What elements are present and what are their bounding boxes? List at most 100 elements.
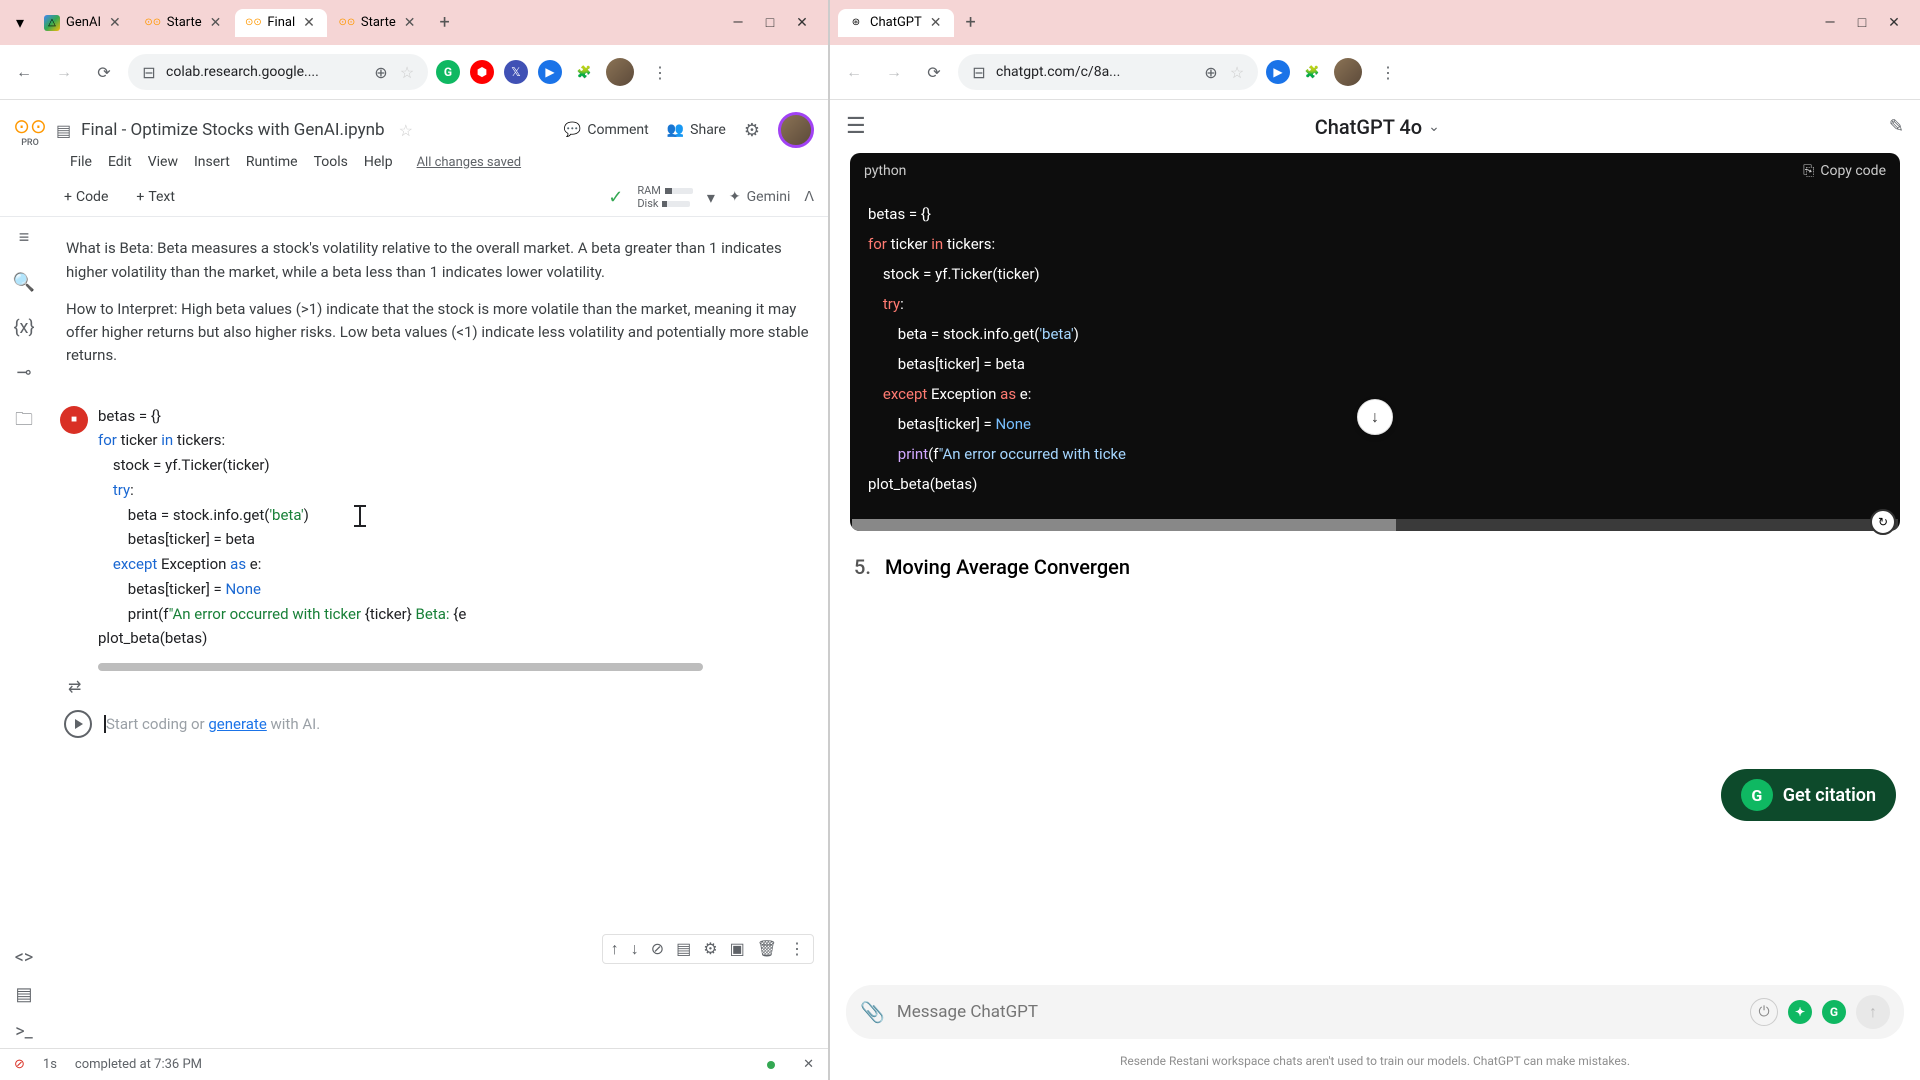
close-icon[interactable]: ✕ <box>208 15 224 31</box>
user-avatar[interactable] <box>778 112 814 148</box>
dropdown-icon[interactable]: ▾ <box>707 188 715 207</box>
notebook-title[interactable]: Final - Optimize Stocks with GenAI.ipynb <box>81 120 384 140</box>
extensions-icon[interactable]: 🧩 <box>572 60 596 84</box>
copy-code-button[interactable]: ⎘ Copy code <box>1803 163 1886 179</box>
settings-icon[interactable]: ⚙ <box>703 939 717 959</box>
reload-button[interactable]: ⟳ <box>918 56 950 88</box>
gear-icon[interactable]: ⚙ <box>744 120 760 141</box>
toc-icon[interactable]: ≡ <box>19 227 30 248</box>
zoom-icon[interactable]: ⊕ <box>1202 63 1220 81</box>
maximize-icon[interactable]: □ <box>1852 13 1872 33</box>
maximize-icon[interactable]: □ <box>760 13 780 33</box>
ext-icon-play[interactable]: ▶ <box>538 60 562 84</box>
variables-icon[interactable]: {x} <box>13 317 34 338</box>
code-icon[interactable]: <> <box>15 947 34 968</box>
error-icon[interactable]: ⊘ <box>14 1057 25 1072</box>
adblock-icon[interactable]: ⬢ <box>470 60 494 84</box>
get-citation-button[interactable]: G Get citation <box>1721 769 1896 821</box>
stop-button[interactable]: ■ <box>60 406 88 434</box>
menu-icon[interactable]: ⋮ <box>1372 56 1404 88</box>
code-hscroll[interactable] <box>852 519 1898 531</box>
ext-icon-blue[interactable]: 𝕏 <box>504 60 528 84</box>
chat-input[interactable] <box>897 1002 1738 1022</box>
scroll-down-button[interactable]: ↓ <box>1357 399 1393 435</box>
mirror-icon[interactable]: ▣ <box>730 939 745 959</box>
new-tab-button[interactable]: + <box>430 6 460 39</box>
terminal-icon[interactable]: ▤ <box>15 984 32 1005</box>
add-code-button[interactable]: + Code <box>56 185 116 209</box>
menu-edit[interactable]: Edit <box>108 154 132 170</box>
run-button[interactable] <box>64 710 92 738</box>
send-button[interactable]: ↑ <box>1856 995 1890 1029</box>
reload-button[interactable]: ⟳ <box>88 56 120 88</box>
site-info-icon[interactable]: ⊟ <box>970 63 988 81</box>
close-icon[interactable]: ✕ <box>928 15 944 31</box>
toggle-icon[interactable]: ⇄ <box>68 677 816 696</box>
tab-final[interactable]: ⊙⊙ Final ✕ <box>235 9 327 37</box>
generate-link[interactable]: generate <box>208 715 266 733</box>
code-cell[interactable]: ■ betas = {} for ticker in tickers: stoc… <box>60 404 816 652</box>
code-body[interactable]: betas = {} for ticker in tickers: stock … <box>850 189 1900 517</box>
save-status[interactable]: All changes saved <box>417 155 522 170</box>
back-button[interactable]: ← <box>8 56 40 88</box>
model-selector[interactable]: ChatGPT 4o ⌄ <box>878 115 1877 139</box>
refresh-icon[interactable]: ↻ <box>1870 509 1896 535</box>
new-tab-button[interactable]: + <box>956 6 986 39</box>
grammarly-icon[interactable]: G <box>436 60 460 84</box>
close-status-icon[interactable]: ✕ <box>803 1057 814 1072</box>
delete-icon[interactable]: 🗑 <box>757 939 777 959</box>
chat-body[interactable]: python ⎘ Copy code betas = {} for ticker… <box>830 153 1920 971</box>
menu-icon[interactable]: ⋮ <box>644 56 676 88</box>
more-icon[interactable]: ⋮ <box>789 939 805 959</box>
profile-avatar[interactable] <box>1334 58 1362 86</box>
resources-indicator[interactable]: RAM Disk <box>637 184 693 210</box>
link-icon[interactable]: ⊘ <box>651 939 664 959</box>
new-chat-icon[interactable]: ✎ <box>1889 116 1904 137</box>
tab-starte2[interactable]: ⊙⊙ Starte ✕ <box>329 9 428 37</box>
shell-icon[interactable]: >_ <box>15 1021 33 1042</box>
url-input[interactable]: ⊟ colab.research.google.... ⊕ ☆ <box>128 54 428 90</box>
bookmark-star-icon[interactable]: ☆ <box>398 63 416 81</box>
empty-code-cell[interactable]: Start coding or generate with AI. <box>60 706 816 742</box>
close-icon[interactable]: ✕ <box>301 15 317 31</box>
star-icon[interactable]: ☆ <box>399 121 413 140</box>
add-text-button[interactable]: + Text <box>128 185 183 209</box>
forward-button[interactable]: → <box>48 56 80 88</box>
close-icon[interactable]: ✕ <box>107 15 123 31</box>
close-icon[interactable]: ✕ <box>402 15 418 31</box>
menu-file[interactable]: File <box>70 154 92 170</box>
move-down-icon[interactable]: ↓ <box>631 939 639 959</box>
search-icon[interactable]: 🔍 <box>13 272 35 293</box>
site-info-icon[interactable]: ⊟ <box>140 63 158 81</box>
colab-logo[interactable]: ⊙⊙ PRO <box>14 114 46 146</box>
attach-icon[interactable]: 📎 <box>860 1000 885 1024</box>
collapse-icon[interactable]: ᐱ <box>804 189 814 205</box>
url-input[interactable]: ⊟ chatgpt.com/c/8a... ⊕ ☆ <box>958 54 1258 90</box>
menu-help[interactable]: Help <box>364 154 393 170</box>
menu-insert[interactable]: Insert <box>194 154 230 170</box>
files-icon[interactable]: 🗀 <box>15 407 33 437</box>
power-icon[interactable]: ⏻ <box>1750 998 1778 1026</box>
comment-button[interactable]: 💬 Comment <box>564 122 649 138</box>
move-up-icon[interactable]: ↑ <box>611 939 619 959</box>
close-window-icon[interactable]: ✕ <box>792 13 812 33</box>
bookmark-star-icon[interactable]: ☆ <box>1228 63 1246 81</box>
menu-tools[interactable]: Tools <box>314 154 348 170</box>
close-window-icon[interactable]: ✕ <box>1884 13 1904 33</box>
tabs-dropdown-icon[interactable]: ▾ <box>8 9 32 36</box>
gemini-button[interactable]: ✦ Gemini <box>729 189 791 205</box>
zoom-icon[interactable]: ⊕ <box>372 63 390 81</box>
back-button[interactable]: ← <box>838 56 870 88</box>
comment-cell-icon[interactable]: ▤ <box>676 939 691 959</box>
ext-icon-play[interactable]: ▶ <box>1266 60 1290 84</box>
tab-chatgpt[interactable]: ⊛ ChatGPT ✕ <box>838 9 954 37</box>
secrets-icon[interactable]: ⊸ <box>16 362 31 383</box>
sidebar-toggle-icon[interactable]: ☰ <box>846 114 866 139</box>
code-editor[interactable]: betas = {} for ticker in tickers: stock … <box>98 404 816 652</box>
extensions-icon[interactable]: 🧩 <box>1300 60 1324 84</box>
profile-avatar[interactable] <box>606 58 634 86</box>
grammarly-input-icon[interactable]: ✦ <box>1788 1000 1812 1024</box>
forward-button[interactable]: → <box>878 56 910 88</box>
minimize-icon[interactable]: — <box>1820 13 1840 33</box>
horizontal-scrollbar[interactable] <box>98 663 703 671</box>
